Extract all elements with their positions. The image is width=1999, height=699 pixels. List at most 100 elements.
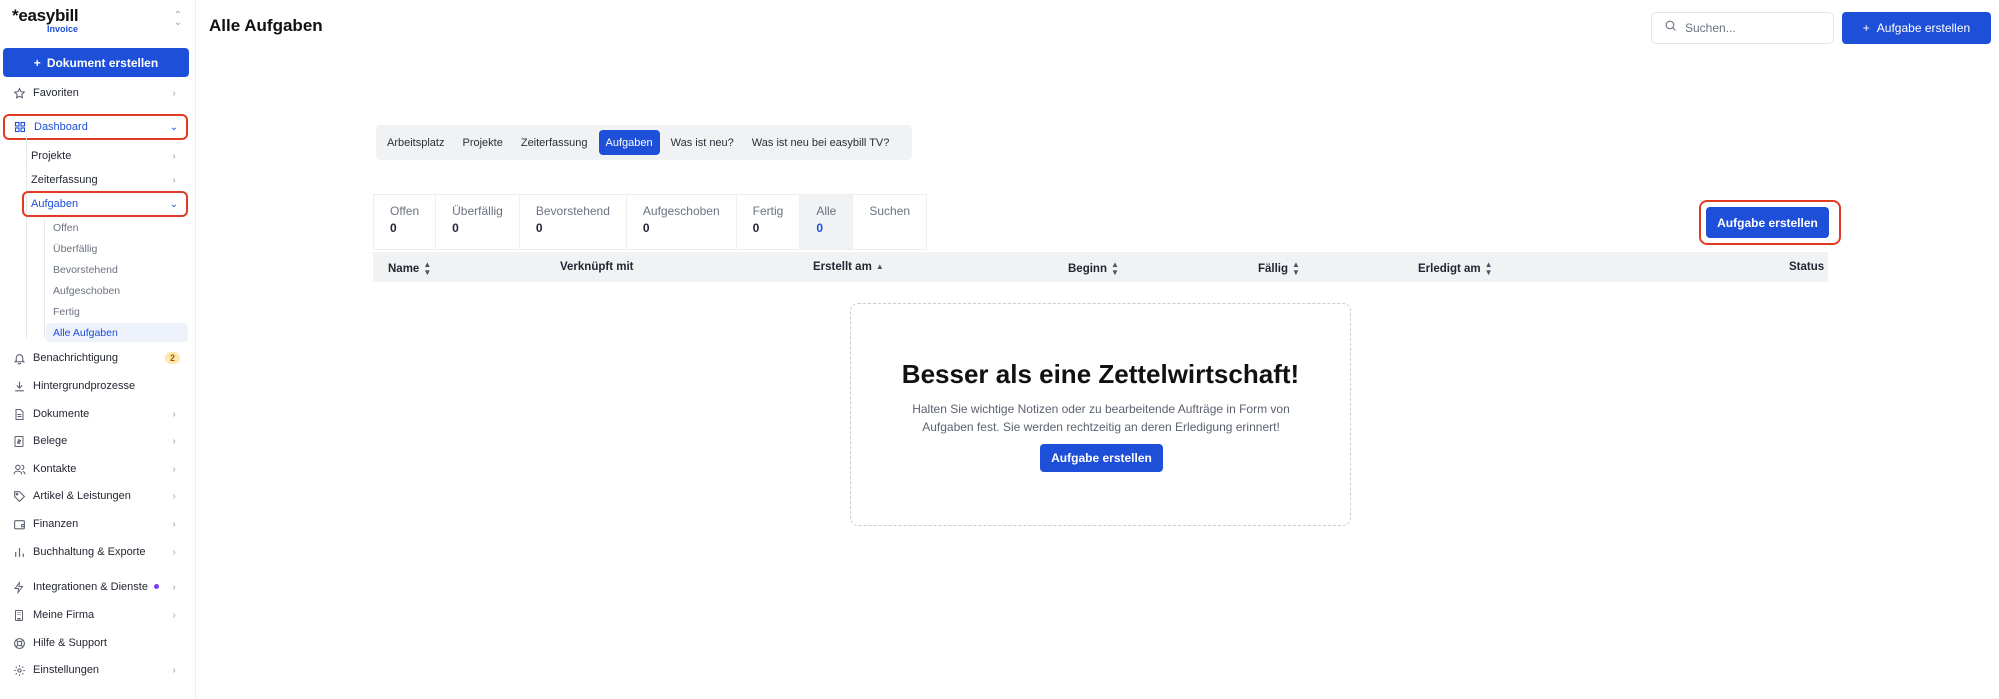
logo[interactable]: *easybill Invoice ⌃ ⌄	[12, 6, 182, 36]
status-count: 0	[452, 221, 459, 235]
building-icon	[12, 608, 26, 622]
search-input[interactable]	[1685, 21, 1815, 35]
lightning-icon	[12, 580, 26, 594]
status-tab-bevorstehend[interactable]: Bevorstehend 0	[518, 194, 626, 250]
chevron-right-icon: ›	[172, 463, 176, 475]
sidebar-item-meine-firma[interactable]: Meine Firma ›	[4, 604, 186, 626]
chevron-right-icon: ›	[172, 435, 176, 447]
sidebar-item-favoriten[interactable]: Favoriten ›	[4, 82, 186, 104]
sort-icon: ▲ ▼	[1292, 260, 1300, 277]
empty-state-title: Besser als eine Zettelwirtschaft!	[901, 359, 1300, 389]
chevron-down-icon: ⌄	[169, 121, 179, 133]
plus-icon: +	[33, 55, 41, 70]
status-tabs: Offen 0 Überfällig 0 Bevorstehend 0 Aufgesc…	[373, 194, 928, 250]
sidebar-item-zeiterfassung[interactable]: Zeiterfassung ›	[24, 170, 186, 190]
tab-easybill-tv[interactable]: Was ist neu bei easybill TV?	[745, 130, 897, 155]
tab-was-ist-neu[interactable]: Was ist neu?	[664, 130, 741, 155]
sidebar-item-offen[interactable]: Offen	[46, 218, 188, 237]
status-count: 0	[752, 221, 760, 235]
sidebar-item-benachrichtigung[interactable]: Benachrichtigung 2	[4, 347, 186, 369]
section-tabs: Arbeitsplatz Projekte Zeiterfassung Aufg…	[376, 125, 912, 160]
switch-chevrons-icon[interactable]: ⌃ ⌄	[174, 11, 182, 28]
chevron-right-icon: ›	[172, 174, 176, 186]
status-count: 0	[535, 221, 543, 235]
status-tab-suchen[interactable]: Suchen	[852, 194, 928, 250]
sidebar-item-aufgaben[interactable]: Aufgaben ⌄	[22, 191, 188, 217]
gear-icon	[12, 663, 26, 677]
chevron-right-icon: ›	[172, 150, 176, 162]
bell-icon	[12, 351, 26, 365]
column-beginn[interactable]: Beginn ▲ ▼	[1068, 261, 1119, 277]
search-icon	[1664, 19, 1677, 37]
status-count: 0	[390, 221, 397, 235]
search-box[interactable]	[1651, 12, 1834, 44]
sidebar-item-dashboard[interactable]: Dashboard ⌄	[3, 114, 188, 140]
empty-state: Besser als eine Zettelwirtschaft! Halten…	[850, 303, 1351, 526]
sidebar-item-hintergrundprozesse[interactable]: Hintergrundprozesse	[4, 375, 186, 397]
chevron-right-icon: ›	[172, 581, 176, 593]
tab-zeiterfassung[interactable]: Zeiterfassung	[514, 130, 595, 155]
sidebar-item-fertig[interactable]: Fertig	[46, 302, 188, 321]
column-erledigt-am[interactable]: Erledigt am ▲ ▼	[1418, 261, 1493, 277]
tab-arbeitsplatz[interactable]: Arbeitsplatz	[380, 130, 451, 155]
sidebar-item-kontakte[interactable]: Kontakte ›	[4, 458, 186, 480]
tab-projekte[interactable]: Projekte	[455, 130, 509, 155]
sidebar-item-belege[interactable]: Belege ›	[4, 430, 186, 452]
chevron-right-icon: ›	[172, 87, 176, 99]
notification-count-badge: 2	[164, 352, 180, 364]
sort-icon: ▲ ▼	[423, 260, 432, 277]
status-tab-alle[interactable]: Alle 0	[799, 194, 853, 250]
tag-icon	[12, 489, 26, 503]
sidebar-item-bevorstehend[interactable]: Bevorstehend	[46, 260, 188, 279]
chevron-right-icon: ›	[172, 664, 176, 676]
sidebar-item-artikel[interactable]: Artikel & Leistungen ›	[4, 485, 186, 507]
bar-chart-icon	[12, 545, 26, 559]
sidebar-item-finanzen[interactable]: Finanzen ›	[4, 513, 186, 535]
sidebar-item-ueberfaellig[interactable]: Überfällig	[46, 239, 188, 258]
receipt-icon	[12, 434, 26, 448]
sort-asc-icon: ▲	[875, 262, 884, 271]
status-count: 0	[816, 221, 824, 235]
tree-line	[44, 220, 45, 338]
empty-state-text: Halten Sie wichtige Notizen oder zu bear…	[912, 402, 1290, 434]
chevron-right-icon: ›	[172, 408, 176, 420]
logo-subtitle: Invoice	[47, 24, 79, 34]
lifebuoy-icon	[12, 636, 26, 650]
sort-icon: ▲ ▼	[1110, 260, 1119, 277]
sidebar-item-integrationen[interactable]: Integrationen & Dienste ›	[4, 576, 186, 598]
status-tab-ueberfaellig[interactable]: Überfällig 0	[435, 194, 519, 250]
chevron-right-icon: ›	[172, 518, 176, 530]
chevron-right-icon: ›	[172, 490, 176, 502]
status-tab-fertig[interactable]: Fertig 0	[735, 194, 800, 250]
sidebar-item-dokumente[interactable]: Dokumente ›	[4, 403, 186, 425]
star-icon	[12, 86, 26, 100]
tab-aufgaben[interactable]: Aufgaben	[598, 130, 660, 155]
download-icon	[12, 379, 26, 393]
status-tab-aufgeschoben[interactable]: Aufgeschoben 0	[625, 194, 736, 250]
sidebar-item-alle-aufgaben[interactable]: Alle Aufgaben	[46, 323, 188, 342]
column-verknuepft: Verknüpft mit	[560, 261, 634, 273]
status-count: 0	[642, 221, 650, 235]
sidebar-item-aufgeschoben[interactable]: Aufgeschoben	[46, 281, 188, 300]
column-status: Status	[1789, 261, 1825, 273]
chevron-right-icon: ›	[172, 609, 176, 621]
sidebar-item-einstellungen[interactable]: Einstellungen ›	[4, 659, 186, 681]
column-name[interactable]: Name ▲ ▼	[388, 261, 431, 277]
chevron-down-icon: ⌄	[169, 198, 179, 210]
dashboard-grid-icon	[13, 120, 27, 134]
document-icon	[12, 407, 26, 421]
sidebar-item-buchhaltung[interactable]: Buchhaltung & Exporte ›	[4, 541, 186, 563]
sidebar-item-projekte[interactable]: Projekte ›	[24, 146, 186, 166]
create-document-button[interactable]: + Dokument erstellen	[3, 48, 189, 77]
page-title: Alle Aufgaben	[209, 16, 323, 35]
column-faellig[interactable]: Fällig ▲ ▼	[1258, 261, 1300, 277]
create-task-button[interactable]: Aufgabe erstellen	[1706, 207, 1829, 238]
table-header: Name ▲ ▼ Verknüpft mit Erstellt am ▲ Beginn…	[373, 252, 1828, 282]
status-tab-offen[interactable]: Offen 0	[373, 194, 436, 250]
header-create-task-button[interactable]: + Aufgabe erstellen	[1842, 12, 1991, 44]
empty-state-create-task-button[interactable]: Aufgabe erstellen	[1040, 444, 1163, 472]
logo-text: *easybill	[12, 6, 79, 25]
column-erstellt-am[interactable]: Erstellt am ▲	[813, 261, 884, 273]
sidebar-item-hilfe[interactable]: Hilfe & Support	[4, 632, 186, 654]
users-icon	[12, 462, 26, 476]
